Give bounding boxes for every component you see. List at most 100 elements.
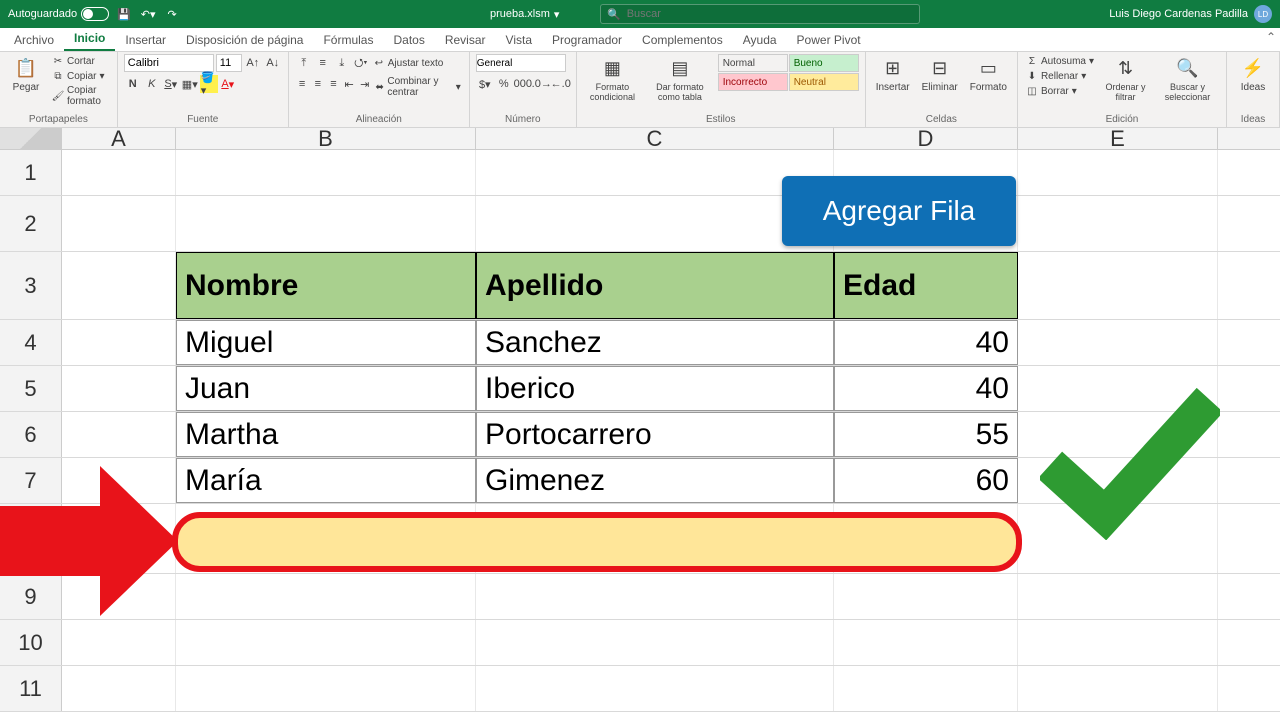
table-cell[interactable]: María bbox=[176, 458, 476, 503]
select-all-corner[interactable] bbox=[0, 128, 62, 149]
table-cell[interactable]: 40 bbox=[834, 366, 1018, 411]
tab-insertar[interactable]: Insertar bbox=[115, 29, 176, 51]
table-cell[interactable]: Sanchez bbox=[476, 320, 834, 365]
copy-button[interactable]: ⧉Copiar▾ bbox=[50, 69, 111, 83]
cell[interactable] bbox=[476, 196, 834, 251]
currency-icon[interactable]: $▾ bbox=[476, 75, 494, 93]
cell-styles-gallery[interactable]: Normal Bueno Incorrecto Neutral bbox=[718, 54, 859, 91]
table-header-edad[interactable]: Edad bbox=[834, 252, 1018, 319]
indent-increase-icon[interactable]: ⇥ bbox=[357, 75, 372, 93]
orientation-icon[interactable]: ⭯▾ bbox=[352, 54, 370, 72]
percent-icon[interactable]: % bbox=[495, 75, 513, 93]
cell[interactable] bbox=[834, 574, 1018, 619]
cell[interactable] bbox=[62, 252, 176, 319]
cell[interactable] bbox=[176, 150, 476, 195]
align-center-icon[interactable]: ≡ bbox=[310, 75, 325, 93]
row-header[interactable]: 3 bbox=[0, 252, 62, 319]
cell[interactable] bbox=[62, 366, 176, 411]
style-good[interactable]: Bueno bbox=[789, 54, 859, 72]
cell[interactable] bbox=[1018, 320, 1218, 365]
autosave-toggle[interactable]: Autoguardado bbox=[8, 7, 109, 21]
indent-decrease-icon[interactable]: ⇤ bbox=[342, 75, 357, 93]
col-header-e[interactable]: E bbox=[1018, 128, 1218, 149]
tab-formulas[interactable]: Fórmulas bbox=[313, 29, 383, 51]
search-input[interactable] bbox=[627, 8, 913, 20]
row-header[interactable]: 1 bbox=[0, 150, 62, 195]
tab-powerpivot[interactable]: Power Pivot bbox=[787, 29, 871, 51]
col-header-d[interactable]: D bbox=[834, 128, 1018, 149]
style-normal[interactable]: Normal bbox=[718, 54, 788, 72]
collapse-ribbon-icon[interactable]: ⌃ bbox=[1266, 30, 1276, 44]
cell[interactable] bbox=[1018, 574, 1218, 619]
row-header[interactable]: 6 bbox=[0, 412, 62, 457]
border-button[interactable]: ▦▾ bbox=[181, 75, 199, 93]
increase-decimal-icon[interactable]: .0→ bbox=[533, 75, 551, 93]
user-area[interactable]: Luis Diego Cardenas Padilla LD bbox=[1109, 5, 1272, 23]
tab-vista[interactable]: Vista bbox=[496, 29, 542, 51]
cut-button[interactable]: ✂Cortar bbox=[50, 54, 111, 68]
fill-button[interactable]: ⬇Rellenar▾ bbox=[1024, 69, 1096, 83]
row-header[interactable]: 11 bbox=[0, 666, 62, 711]
cell[interactable] bbox=[62, 196, 176, 251]
conditional-format-button[interactable]: ▦Formato condicional bbox=[583, 54, 642, 104]
cell[interactable] bbox=[176, 196, 476, 251]
format-as-table-button[interactable]: ▤Dar formato como tabla bbox=[646, 54, 714, 104]
autosum-button[interactable]: ΣAutosuma▾ bbox=[1024, 54, 1096, 68]
table-cell[interactable]: Juan bbox=[176, 366, 476, 411]
row-header[interactable]: 5 bbox=[0, 366, 62, 411]
cell[interactable] bbox=[1018, 252, 1218, 319]
search-box[interactable]: 🔍 bbox=[600, 4, 920, 24]
font-size-input[interactable] bbox=[216, 54, 242, 72]
table-cell[interactable]: Miguel bbox=[176, 320, 476, 365]
tab-revisar[interactable]: Revisar bbox=[435, 29, 496, 51]
wrap-text-button[interactable]: ↩Ajustar texto bbox=[371, 54, 446, 72]
row-header[interactable]: 10 bbox=[0, 620, 62, 665]
table-cell[interactable]: Portocarrero bbox=[476, 412, 834, 457]
cell[interactable] bbox=[476, 666, 834, 711]
cell[interactable] bbox=[176, 574, 476, 619]
cell[interactable] bbox=[1018, 620, 1218, 665]
undo-icon[interactable]: ↶▾ bbox=[139, 5, 157, 23]
cell[interactable] bbox=[1018, 150, 1218, 195]
redo-icon[interactable]: ↷ bbox=[163, 5, 181, 23]
shrink-font-icon[interactable]: A↓ bbox=[264, 54, 282, 72]
agregar-fila-button[interactable]: Agregar Fila bbox=[782, 176, 1016, 246]
cell[interactable] bbox=[176, 620, 476, 665]
cell[interactable] bbox=[476, 150, 834, 195]
number-format-select[interactable] bbox=[476, 54, 566, 72]
fill-color-button[interactable]: 🪣▾ bbox=[200, 75, 218, 93]
cell[interactable] bbox=[1018, 666, 1218, 711]
style-neutral[interactable]: Neutral bbox=[789, 73, 859, 91]
align-middle-icon[interactable]: ≡ bbox=[314, 54, 332, 72]
font-name-input[interactable] bbox=[124, 54, 214, 72]
ideas-button[interactable]: ⚡Ideas bbox=[1233, 54, 1273, 95]
font-color-button[interactable]: A▾ bbox=[219, 75, 237, 93]
cell[interactable] bbox=[62, 412, 176, 457]
delete-cells-button[interactable]: ⊟Eliminar bbox=[918, 54, 962, 95]
cell[interactable] bbox=[476, 574, 834, 619]
tab-disposicion[interactable]: Disposición de página bbox=[176, 29, 313, 51]
cell[interactable] bbox=[834, 666, 1018, 711]
insert-cells-button[interactable]: ⊞Insertar bbox=[872, 54, 914, 95]
table-cell[interactable]: Iberico bbox=[476, 366, 834, 411]
col-header-b[interactable]: B bbox=[176, 128, 476, 149]
table-header-apellido[interactable]: Apellido bbox=[476, 252, 834, 319]
cell[interactable] bbox=[62, 666, 176, 711]
align-bottom-icon[interactable]: ⤓ bbox=[333, 54, 351, 72]
style-bad[interactable]: Incorrecto bbox=[718, 73, 788, 91]
align-right-icon[interactable]: ≡ bbox=[326, 75, 341, 93]
cell[interactable] bbox=[62, 150, 176, 195]
cell[interactable] bbox=[476, 620, 834, 665]
align-left-icon[interactable]: ≡ bbox=[295, 75, 310, 93]
row-header[interactable]: 4 bbox=[0, 320, 62, 365]
cell[interactable] bbox=[62, 320, 176, 365]
tab-programador[interactable]: Programador bbox=[542, 29, 632, 51]
format-cells-button[interactable]: ▭Formato bbox=[966, 54, 1011, 95]
table-cell[interactable]: 40 bbox=[834, 320, 1018, 365]
tab-ayuda[interactable]: Ayuda bbox=[733, 29, 787, 51]
table-cell[interactable]: 60 bbox=[834, 458, 1018, 503]
format-painter-button[interactable]: 🖌Copiar formato bbox=[50, 84, 111, 108]
decrease-decimal-icon[interactable]: ←.0 bbox=[552, 75, 570, 93]
underline-button[interactable]: S▾ bbox=[162, 75, 180, 93]
merge-center-button[interactable]: ⬌Combinar y centrar▾ bbox=[373, 75, 463, 99]
